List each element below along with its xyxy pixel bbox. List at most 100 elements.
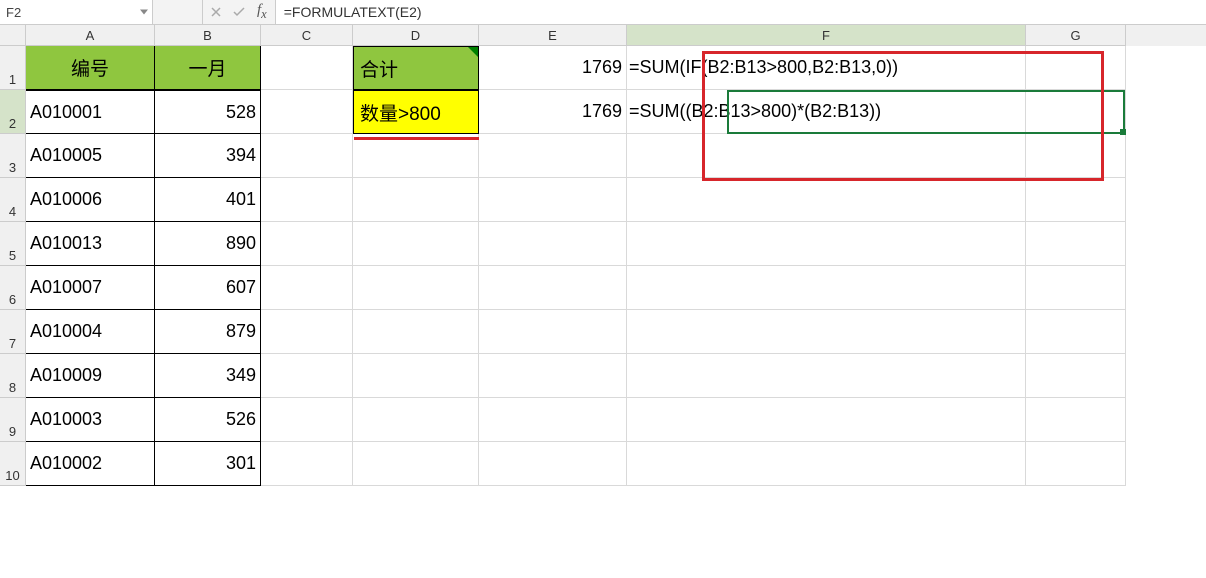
cell-A9[interactable]: A010003 [26,398,155,442]
cell-G9[interactable] [1026,398,1126,442]
cell-A6[interactable]: A010007 [26,266,155,310]
cell-D10[interactable] [353,442,479,486]
col-header-B[interactable]: B [155,25,261,46]
insert-function-icon[interactable]: fx [257,2,267,22]
cell-B1[interactable]: 一月 [155,46,261,90]
cell-A7[interactable]: A010004 [26,310,155,354]
cell-F2[interactable]: =SUM((B2:B13>800)*(B2:B13)) [627,90,1026,134]
formula-input[interactable] [276,0,1206,24]
cell-F5[interactable] [627,222,1026,266]
cell-D8[interactable] [353,354,479,398]
name-box[interactable]: F2 [0,0,153,24]
cell-D3[interactable] [353,134,479,178]
cell-E10[interactable] [479,442,627,486]
col-header-A[interactable]: A [26,25,155,46]
cell-C3[interactable] [261,134,353,178]
col-header-E[interactable]: E [479,25,627,46]
cell-C8[interactable] [261,354,353,398]
name-box-dropdown-icon[interactable] [140,10,148,15]
cell-E4[interactable] [479,178,627,222]
cancel-icon[interactable] [211,5,221,20]
cell-G4[interactable] [1026,178,1126,222]
row-header-1[interactable]: 1 [0,46,26,90]
cell-F6[interactable] [627,266,1026,310]
cell-C10[interactable] [261,442,353,486]
cell-G7[interactable] [1026,310,1126,354]
cell-G1[interactable] [1026,46,1126,90]
sheet-row: 5 A010013 890 [0,222,1206,266]
cell-B6[interactable]: 607 [155,266,261,310]
cell-G3[interactable] [1026,134,1126,178]
cell-C7[interactable] [261,310,353,354]
cell-G8[interactable] [1026,354,1126,398]
cell-G10[interactable] [1026,442,1126,486]
cell-E7[interactable] [479,310,627,354]
cell-D1[interactable]: 合计 [353,46,479,90]
cell-B5[interactable]: 890 [155,222,261,266]
enter-icon[interactable] [233,5,245,20]
col-header-D[interactable]: D [353,25,479,46]
row-header-2[interactable]: 2 [0,90,26,134]
select-all-corner[interactable] [0,25,26,46]
col-header-G[interactable]: G [1026,25,1126,46]
cell-C2[interactable] [261,90,353,134]
cell-E1[interactable]: 1769 [479,46,627,90]
cell-B7[interactable]: 879 [155,310,261,354]
cell-B2[interactable]: 528 [155,90,261,134]
cell-B9[interactable]: 526 [155,398,261,442]
formula-bar-spacer [153,0,203,24]
column-headers: A B C D E F G [0,25,1206,46]
row-header-7[interactable]: 7 [0,310,26,354]
row-header-6[interactable]: 6 [0,266,26,310]
cell-C9[interactable] [261,398,353,442]
row-header-9[interactable]: 9 [0,398,26,442]
cell-D5[interactable] [353,222,479,266]
col-header-F[interactable]: F [627,25,1026,46]
cell-A8[interactable]: A010009 [26,354,155,398]
cell-D6[interactable] [353,266,479,310]
cell-A1[interactable]: 编号 [26,46,155,90]
cell-F4[interactable] [627,178,1026,222]
sheet-row: 1 编号 一月 合计 1769 =SUM(IF(B2:B13>800,B2:B1… [0,46,1206,90]
cell-D4[interactable] [353,178,479,222]
row-header-3[interactable]: 3 [0,134,26,178]
col-header-C[interactable]: C [261,25,353,46]
cell-E5[interactable] [479,222,627,266]
cell-G5[interactable] [1026,222,1126,266]
spreadsheet-grid[interactable]: A B C D E F G 1 编号 一月 合计 1769 =SUM(IF(B2… [0,25,1206,578]
cell-D7[interactable] [353,310,479,354]
cell-F1[interactable]: =SUM(IF(B2:B13>800,B2:B13,0)) [627,46,1026,90]
cell-A2[interactable]: A010001 [26,90,155,134]
cell-A5[interactable]: A010013 [26,222,155,266]
cell-B8[interactable]: 349 [155,354,261,398]
cell-C6[interactable] [261,266,353,310]
cell-B10[interactable]: 301 [155,442,261,486]
cell-E6[interactable] [479,266,627,310]
cell-G6[interactable] [1026,266,1126,310]
cell-D2[interactable]: 数量>800 [353,90,479,134]
row-header-4[interactable]: 4 [0,178,26,222]
cell-E2[interactable]: 1769 [479,90,627,134]
cell-D9[interactable] [353,398,479,442]
cell-A10[interactable]: A010002 [26,442,155,486]
cell-E9[interactable] [479,398,627,442]
cell-B3[interactable]: 394 [155,134,261,178]
cell-F8[interactable] [627,354,1026,398]
error-indicator-icon[interactable] [468,47,478,57]
cell-F7[interactable] [627,310,1026,354]
row-header-5[interactable]: 5 [0,222,26,266]
cell-C1[interactable] [261,46,353,90]
row-header-10[interactable]: 10 [0,442,26,486]
cell-B4[interactable]: 401 [155,178,261,222]
cell-E8[interactable] [479,354,627,398]
cell-F10[interactable] [627,442,1026,486]
row-header-8[interactable]: 8 [0,354,26,398]
cell-C5[interactable] [261,222,353,266]
cell-A4[interactable]: A010006 [26,178,155,222]
cell-A3[interactable]: A010005 [26,134,155,178]
cell-G2[interactable] [1026,90,1126,134]
cell-E3[interactable] [479,134,627,178]
cell-F9[interactable] [627,398,1026,442]
cell-F3[interactable] [627,134,1026,178]
cell-C4[interactable] [261,178,353,222]
